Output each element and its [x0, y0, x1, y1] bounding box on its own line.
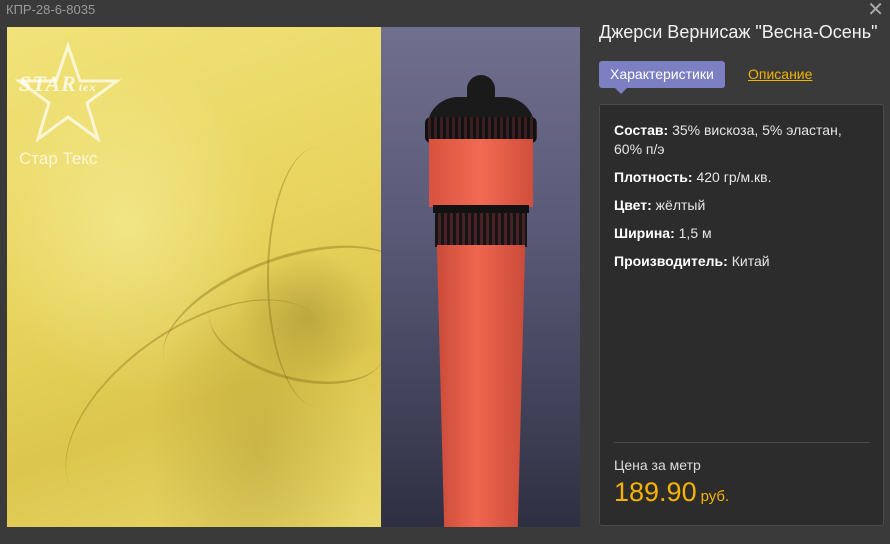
spec-composition: Состав: 35% вискоза, 5% эластан, 60% п/э: [614, 122, 842, 157]
close-icon[interactable]: ✕: [867, 0, 884, 20]
product-sku: КПР-28-6-8035: [6, 2, 96, 17]
price-label: Цена за метр: [614, 457, 701, 473]
tab-description[interactable]: Описание: [748, 66, 812, 82]
price-value: 189.90 руб.: [614, 477, 730, 507]
price-currency: руб.: [700, 488, 730, 505]
specs-list: Состав: 35% вискоза, 5% эластан, 60% п/э…: [614, 121, 870, 280]
product-title: Джерси Вернисаж "Весна-Осень": [599, 22, 878, 42]
spec-manufacturer: Производитель: Китай: [614, 253, 770, 269]
specs-panel: Состав: 35% вискоза, 5% эластан, 60% п/э…: [599, 104, 884, 526]
brand-logo: STAR tex Стар Текс: [13, 41, 133, 171]
spec-color: Цвет: жёлтый: [614, 197, 706, 213]
product-image[interactable]: STAR tex Стар Текс: [7, 27, 580, 527]
logo-subtitle: Стар Текс: [19, 149, 98, 168]
spec-width: Ширина: 1,5 м: [614, 225, 712, 241]
fabric-photo: STAR tex Стар Текс: [7, 27, 431, 527]
dress-photo: [381, 27, 580, 527]
logo-brand: STAR tex: [19, 71, 97, 96]
divider: [614, 442, 870, 443]
spec-density: Плотность: 420 гр/м.кв.: [614, 169, 772, 185]
tab-characteristics[interactable]: Характеристики: [599, 61, 725, 94]
